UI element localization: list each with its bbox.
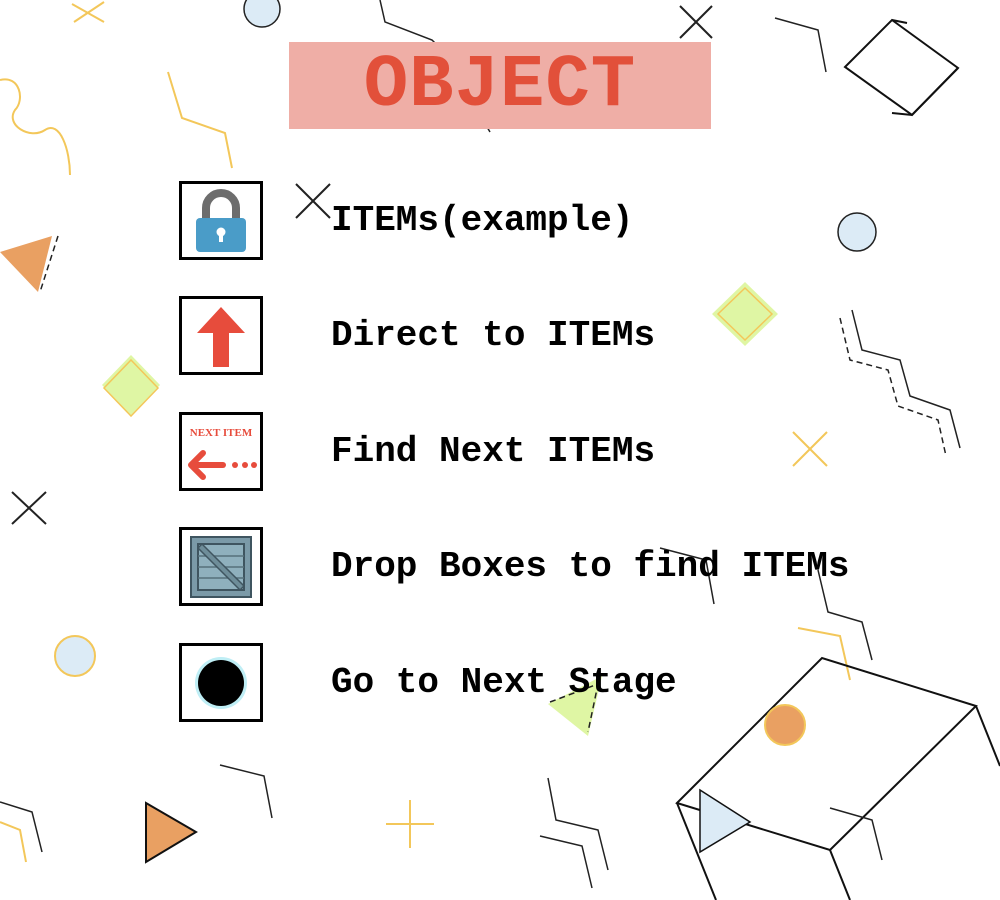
decor-triangle [145,801,198,864]
next-item-arrow-icon: NEXT ITEM [188,427,257,480]
legend-label: Direct to ITEMs [331,315,656,356]
decor-line [797,627,851,681]
legend-icon-box [179,181,263,260]
legend-label: ITEMs(example) [331,200,634,241]
decor-wave [0,78,71,176]
decor-zigzag [839,309,961,457]
wooden-crate-icon [190,535,252,598]
legend-icon-box [179,643,263,722]
decor-triangle [0,236,52,292]
decor-cross [792,431,828,467]
decor-diamond [712,282,778,346]
decor-circle [837,212,877,252]
decor-line [167,71,233,169]
decor-circle [54,635,96,677]
decor-line [0,821,27,863]
decor-cross [679,5,713,39]
legend-label: Find Next ITEMs [331,431,656,472]
decor-circle [764,704,806,746]
decor-line [0,801,43,853]
up-arrow-icon [197,306,245,367]
legend-label: Go to Next Stage [331,662,677,703]
legend-label: Drop Boxes to find ITEMs [331,546,850,587]
decor-line [774,17,827,73]
padlock-icon [196,188,246,252]
next-item-icon-text: NEXT ITEM [190,427,253,439]
legend-icon-box: NEXT ITEM [179,412,263,491]
black-hole-icon [195,656,247,709]
title-banner: OBJECT [289,42,711,129]
decor-plus [386,800,434,848]
decor-circle [243,0,281,28]
page-title: OBJECT [363,43,637,128]
legend-row-stage: Go to Next Stage [179,643,677,722]
decor-line [219,764,273,819]
legend-row-direct: Direct to ITEMs [179,296,655,375]
decor-cube [843,18,960,117]
decor-cube [675,656,1000,900]
decor-cross [71,1,105,23]
decor-diamond [102,355,160,418]
decor-cross [295,183,331,219]
legend-icon-box [179,527,263,606]
decor-triangle [699,788,752,854]
legend-row-boxes: Drop Boxes to find ITEMs [179,527,849,606]
decor-line [829,807,883,861]
legend-row-next: NEXT ITEM Find Next ITEMs [179,412,655,491]
decor-zigzag [539,777,609,889]
legend-icon-box [179,296,263,375]
decor-cross [11,491,47,525]
legend-row-items: ITEMs(example) [179,181,633,260]
